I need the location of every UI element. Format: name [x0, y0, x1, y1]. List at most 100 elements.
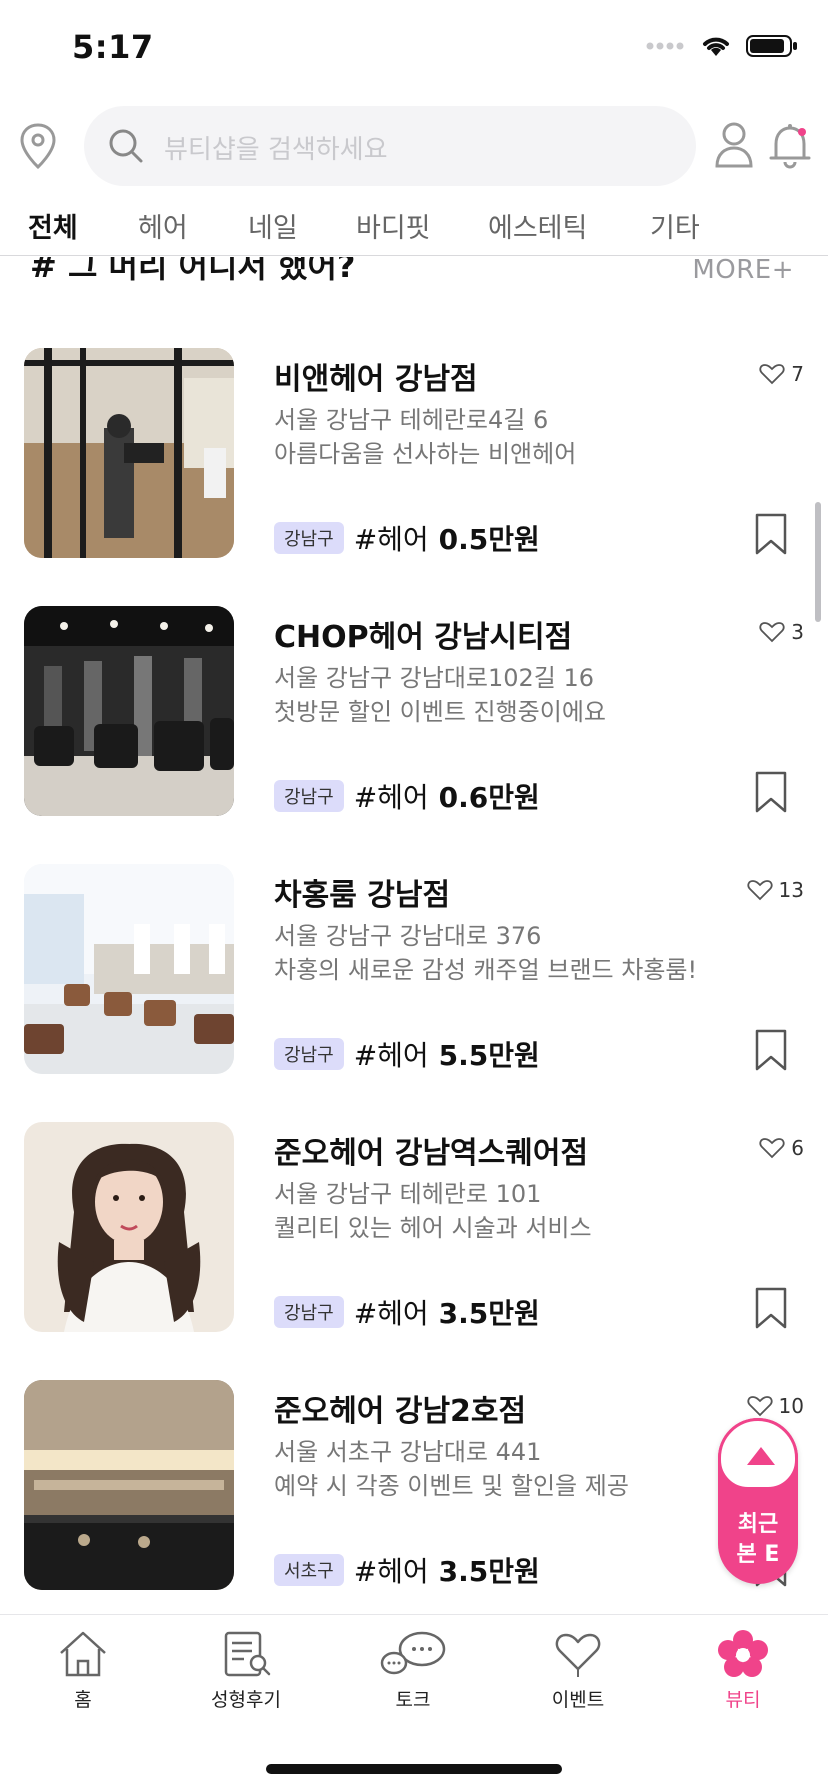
nav-beauty[interactable]: 뷰티: [673, 1629, 813, 1712]
shop-tags: 서초구 #헤어 3.5만원: [274, 1550, 540, 1590]
scroll-indicator[interactable]: [815, 502, 821, 622]
battery-icon: [746, 35, 797, 57]
more-link[interactable]: MORE+: [692, 257, 794, 285]
location-pin-icon[interactable]: [18, 122, 58, 170]
shop-description: 퀄리티 있는 헤어 시술과 서비스: [274, 1214, 592, 1242]
like-count[interactable]: 7: [759, 362, 804, 386]
recently-viewed-line1: 최근: [737, 1512, 779, 1537]
tab-bodyfit[interactable]: 바디핏: [356, 206, 431, 245]
nav-event[interactable]: 이벤트: [508, 1629, 648, 1712]
chat-icon: [380, 1631, 446, 1675]
notification-bell-icon[interactable]: [768, 120, 812, 170]
like-count[interactable]: 3: [759, 620, 804, 644]
shop-list-item[interactable]: 차홍룸 강남점 서울 강남구 강남대로 376 차홍의 새로운 감성 캐주얼 브…: [0, 864, 828, 1074]
tab-esthetic[interactable]: 에스테틱: [488, 206, 587, 245]
nav-talk-label: 토크: [395, 1689, 431, 1711]
shop-name: CHOP헤어 강남시티점: [274, 620, 573, 655]
shop-thumbnail: [24, 606, 234, 816]
flower-icon: [718, 1630, 768, 1677]
shop-thumbnail: [24, 1380, 234, 1590]
shop-list-item[interactable]: 준오헤어 강남2호점 서울 서초구 강남대로 441 예약 시 각종 이벤트 및…: [0, 1380, 828, 1590]
nav-review[interactable]: 성형후기: [176, 1629, 316, 1712]
signal-icon: [646, 42, 684, 50]
search-icon: [109, 129, 143, 163]
like-number: 7: [791, 362, 804, 386]
recently-viewed-line2: 본 E: [736, 1542, 780, 1567]
shop-tags: 강남구 #헤어 5.5만원: [274, 1034, 540, 1074]
bookmark-icon[interactable]: [754, 770, 788, 814]
nav-home-label: 홈: [74, 1689, 92, 1711]
price: 5.5만원: [438, 1039, 540, 1072]
shop-tags: 강남구 #헤어 0.6만원: [274, 776, 540, 816]
like-number: 6: [791, 1136, 804, 1160]
shop-thumbnail: [24, 1122, 234, 1332]
arrow-up-icon: [747, 1447, 775, 1465]
shop-address: 서울 강남구 강남대로 376: [274, 922, 542, 950]
price: 3.5만원: [438, 1555, 540, 1588]
shop-name: 준오헤어 강남역스퀘어점: [274, 1136, 589, 1171]
review-icon: [224, 1631, 271, 1677]
tab-hair[interactable]: 헤어: [138, 206, 188, 245]
shop-description: 차홍의 새로운 감성 캐주얼 브랜드 차홍룸!: [274, 956, 698, 984]
status-time: 5:17: [72, 28, 154, 66]
shop-list-item[interactable]: 비앤헤어 강남점 서울 강남구 테헤란로4길 6 아름다움을 선사하는 비앤헤어…: [0, 348, 828, 558]
like-number: 13: [778, 878, 804, 902]
shop-tags: 강남구 #헤어 3.5만원: [274, 1292, 540, 1332]
region-badge: 강남구: [274, 1038, 344, 1070]
shop-name: 준오헤어 강남2호점: [274, 1394, 527, 1429]
shop-list-item[interactable]: CHOP헤어 강남시티점 서울 강남구 강남대로102길 16 첫방문 할인 이…: [0, 606, 828, 816]
nav-beauty-label: 뷰티: [725, 1689, 761, 1711]
like-count[interactable]: 10: [746, 1394, 804, 1418]
bookmark-icon[interactable]: [754, 512, 788, 556]
shop-description: 예약 시 각종 이벤트 및 할인을 제공: [274, 1472, 629, 1500]
region-badge: 강남구: [274, 522, 344, 554]
nav-event-label: 이벤트: [551, 1689, 605, 1711]
price: 3.5만원: [438, 1297, 540, 1330]
home-icon: [60, 1631, 106, 1677]
shop-address: 서울 강남구 강남대로102길 16: [274, 664, 595, 692]
region-badge: 강남구: [274, 1296, 344, 1328]
region-badge: 서초구: [274, 1554, 344, 1586]
search-placeholder: 뷰티샵을 검색하세요: [164, 135, 388, 165]
shop-address: 서울 서초구 강남대로 441: [274, 1438, 542, 1466]
recently-viewed-label: 최근 본 E: [718, 1510, 798, 1570]
nav-talk[interactable]: 토크: [343, 1629, 483, 1712]
nav-review-label: 성형후기: [211, 1689, 281, 1711]
wifi-icon: [703, 37, 729, 56]
like-number: 10: [778, 1394, 804, 1418]
category-tabs: 전체 헤어 네일 바디핏 에스테틱 기타: [0, 200, 828, 256]
heart-icon: [746, 1396, 773, 1417]
shop-description: 아름다움을 선사하는 비앤헤어: [274, 440, 577, 468]
category-tag: #헤어: [353, 1297, 429, 1330]
shop-thumbnail: [24, 348, 234, 558]
profile-icon[interactable]: [714, 120, 754, 170]
shop-name: 차홍룸 강남점: [274, 878, 451, 913]
nav-home[interactable]: 홈: [13, 1629, 153, 1712]
tab-all[interactable]: 전체: [28, 206, 78, 245]
tab-etc[interactable]: 기타: [650, 206, 700, 245]
bookmark-icon[interactable]: [754, 1286, 788, 1330]
like-count[interactable]: 13: [746, 878, 804, 902]
scroll-top-button[interactable]: [718, 1418, 798, 1490]
category-tag: #헤어: [353, 781, 429, 814]
search-row: 뷰티샵을 검색하세요: [0, 104, 828, 186]
shop-thumbnail: [24, 864, 234, 1074]
like-count[interactable]: 6: [759, 1136, 804, 1160]
like-number: 3: [791, 620, 804, 644]
home-indicator: [266, 1764, 562, 1774]
price: 0.6만원: [438, 781, 540, 814]
tab-nail[interactable]: 네일: [248, 206, 298, 245]
bookmark-icon[interactable]: [754, 1028, 788, 1072]
category-tag: #헤어: [353, 1555, 429, 1588]
price: 0.5만원: [438, 523, 540, 556]
shop-list-item[interactable]: 준오헤어 강남역스퀘어점 서울 강남구 테헤란로 101 퀄리티 있는 헤어 시…: [0, 1122, 828, 1332]
status-icons: [646, 34, 798, 58]
status-bar: 5:17: [0, 0, 828, 100]
shop-address: 서울 강남구 테헤란로4길 6: [274, 406, 549, 434]
shop-address: 서울 강남구 테헤란로 101: [274, 1180, 542, 1208]
recently-viewed-button[interactable]: 최근 본 E: [718, 1418, 798, 1584]
category-tag: #헤어: [353, 523, 429, 556]
heart-icon: [759, 1138, 785, 1159]
search-input[interactable]: 뷰티샵을 검색하세요: [84, 106, 696, 186]
section-header: # 그 머리 어디서 했어? MORE+: [0, 257, 828, 293]
